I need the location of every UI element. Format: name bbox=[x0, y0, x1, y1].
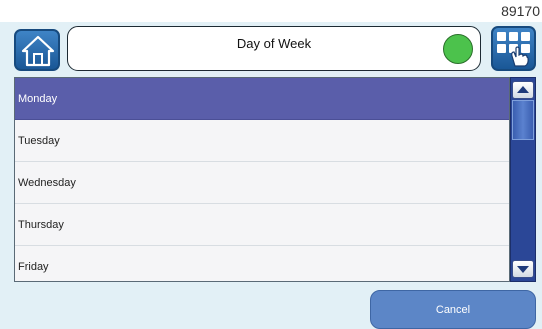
list-item-label: Monday bbox=[18, 92, 58, 105]
list-item-label: Tuesday bbox=[18, 134, 60, 147]
scroll-thumb[interactable] bbox=[512, 100, 534, 140]
list-item-label: Thursday bbox=[18, 218, 64, 231]
list-item-tuesday[interactable]: Tuesday bbox=[15, 120, 509, 162]
cancel-button[interactable]: Cancel bbox=[370, 290, 536, 329]
list-item-label: Wednesday bbox=[18, 176, 76, 189]
home-icon bbox=[21, 35, 55, 67]
title-bar: Day of Week bbox=[67, 26, 481, 71]
list-scrollbar[interactable] bbox=[510, 77, 536, 282]
status-indicator bbox=[443, 34, 473, 64]
list-item-label: Friday bbox=[18, 260, 49, 273]
list-item-wednesday[interactable]: Wednesday bbox=[15, 162, 509, 204]
screen-panel: Day of Week Monday Tuesday Wednesday Thu… bbox=[0, 22, 542, 329]
page-title: Day of Week bbox=[236, 36, 312, 51]
arrow-down-icon bbox=[517, 266, 529, 273]
scroll-up-button[interactable] bbox=[512, 81, 534, 99]
list-item-thursday[interactable]: Thursday bbox=[15, 204, 509, 246]
list-item-monday[interactable]: Monday bbox=[15, 78, 509, 120]
scroll-down-button[interactable] bbox=[512, 260, 534, 278]
figure-number: 89170 bbox=[501, 3, 540, 19]
home-button[interactable] bbox=[14, 29, 60, 71]
day-list: Monday Tuesday Wednesday Thursday Friday bbox=[14, 77, 510, 282]
grid-touch-icon bbox=[497, 32, 530, 67]
arrow-up-icon bbox=[517, 86, 529, 93]
apps-button[interactable] bbox=[491, 26, 536, 71]
list-item-friday[interactable]: Friday bbox=[15, 246, 509, 281]
